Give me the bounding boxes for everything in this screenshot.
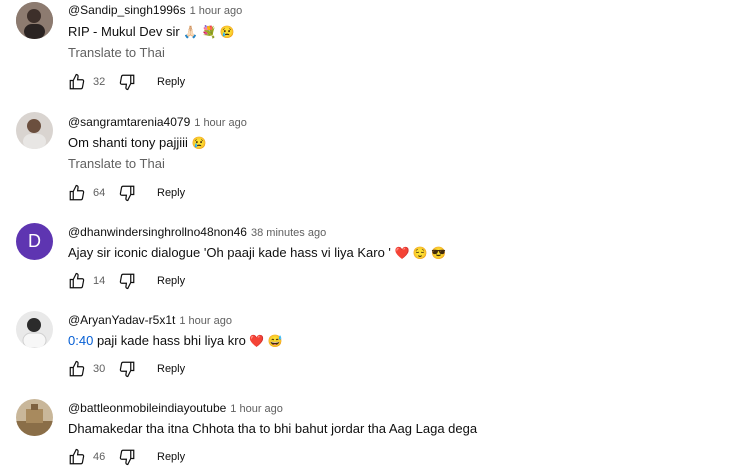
avatar[interactable] xyxy=(16,2,53,39)
comment-actions: 64 Reply xyxy=(68,183,185,203)
comment-text: Ajay sir iconic dialogue 'Oh paaji kade … xyxy=(68,245,446,260)
translate-link[interactable]: Translate to Thai xyxy=(68,45,165,60)
avatar[interactable] xyxy=(16,399,53,436)
thumbs-down-icon[interactable] xyxy=(118,184,136,202)
comment-actions: 46 Reply xyxy=(68,447,185,467)
comment-emojis: ❤️ 😌 😎 xyxy=(394,246,447,260)
comment-body: Dhamakedar tha itna Chhota tha to bhi ba… xyxy=(68,421,478,436)
avatar[interactable]: D xyxy=(16,223,53,260)
reply-button[interactable]: Reply xyxy=(157,363,185,375)
comment-author[interactable]: @Sandip_singh1996s xyxy=(68,3,186,17)
reply-button[interactable]: Reply xyxy=(157,275,185,287)
comment-actions: 30 Reply xyxy=(68,359,185,379)
like-count: 64 xyxy=(93,187,106,199)
comment-author[interactable]: @sangramtarenia4079 xyxy=(68,115,190,129)
comment-body: paji kade hass bhi liya kro xyxy=(96,333,246,348)
comment-time[interactable]: 38 minutes ago xyxy=(251,227,326,239)
thumbs-down-icon[interactable] xyxy=(118,272,136,290)
comment-emojis: 🙏🏻 💐 😢 xyxy=(183,25,235,39)
thumbs-down-icon[interactable] xyxy=(118,360,136,378)
like-count: 14 xyxy=(93,275,106,287)
thumbs-down-icon[interactable] xyxy=(118,448,136,466)
comment-time[interactable]: 1 hour ago xyxy=(190,5,243,17)
reply-button[interactable]: Reply xyxy=(157,76,185,88)
like-count: 32 xyxy=(93,76,106,88)
comment-time[interactable]: 1 hour ago xyxy=(194,117,247,129)
comment-actions: 14 Reply xyxy=(68,271,185,291)
translate-link[interactable]: Translate to Thai xyxy=(68,156,165,171)
comment-emojis: 😢 xyxy=(191,136,207,150)
avatar[interactable] xyxy=(16,112,53,149)
comment-body: Ajay sir iconic dialogue 'Oh paaji kade … xyxy=(68,245,391,260)
comment-actions: 32 Reply xyxy=(68,72,185,92)
comment-text: Dhamakedar tha itna Chhota tha to bhi ba… xyxy=(68,421,477,436)
avatar-letter: D xyxy=(28,231,41,251)
reply-button[interactable]: Reply xyxy=(157,187,185,199)
timestamp-link[interactable]: 0:40 xyxy=(68,333,93,348)
thumbs-down-icon[interactable] xyxy=(118,73,136,91)
thumbs-up-icon[interactable] xyxy=(68,360,86,378)
comment-text: 0:40 paji kade hass bhi liya kro ❤️ 😅 xyxy=(68,333,283,348)
thumbs-up-icon[interactable] xyxy=(68,73,86,91)
thumbs-up-icon[interactable] xyxy=(68,184,86,202)
like-count: 46 xyxy=(93,451,106,463)
comment-text: RIP - Mukul Dev sir 🙏🏻 💐 😢 xyxy=(68,24,235,39)
comment-emojis: ❤️ 😅 xyxy=(249,334,283,348)
thumbs-up-icon[interactable] xyxy=(68,448,86,466)
comment-time[interactable]: 1 hour ago xyxy=(179,315,232,327)
comment-author[interactable]: @AryanYadav-r5x1t xyxy=(68,313,175,327)
thumbs-up-icon[interactable] xyxy=(68,272,86,290)
comment-text: Om shanti tony pajjiii 😢 xyxy=(68,135,207,150)
comment-body: RIP - Mukul Dev sir xyxy=(68,24,180,39)
reply-button[interactable]: Reply xyxy=(157,451,185,463)
avatar[interactable] xyxy=(16,311,53,348)
comment-body: Om shanti tony pajjiii xyxy=(68,135,188,150)
comment-author[interactable]: @dhanwindersinghrollno48non46 xyxy=(68,225,247,239)
comment-time[interactable]: 1 hour ago xyxy=(230,403,283,415)
like-count: 30 xyxy=(93,363,106,375)
comment-author[interactable]: @battleonmobileindiayoutube xyxy=(68,401,226,415)
